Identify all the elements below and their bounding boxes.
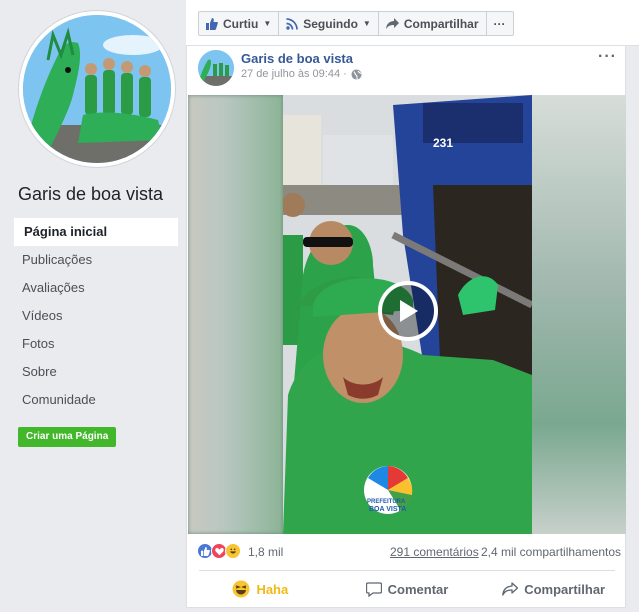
nav-item-community[interactable]: Comunidade <box>14 386 178 414</box>
shares-count[interactable]: 2,4 mil compartilhamentos <box>481 545 621 559</box>
post-card: Garis de boa vista 27 de julho às 09:44 … <box>186 46 626 608</box>
thumbs-up-icon <box>206 17 218 30</box>
comments-count[interactable]: 291 comentários <box>390 545 479 559</box>
play-icon <box>400 300 418 322</box>
video-blur-left <box>188 95 283 534</box>
logo-text-line2: BOA VISTA <box>369 506 406 513</box>
following-button[interactable]: Seguindo ▼ <box>279 12 379 35</box>
create-page-button[interactable]: Criar uma Página <box>18 427 117 447</box>
following-label: Seguindo <box>303 16 358 31</box>
post-action-bar: Haha Comentar Compartilhar <box>187 574 627 604</box>
truck-number: 231 <box>433 136 453 150</box>
post-author-avatar[interactable] <box>198 50 234 86</box>
video-blur-right <box>532 95 626 534</box>
liked-button[interactable]: Curtiu ▼ <box>199 12 280 35</box>
page-action-bar: Curtiu ▼ Seguindo ▼ Compartilhar ··· <box>186 0 639 46</box>
nav-item-home[interactable]: Página inicial <box>14 218 178 246</box>
page-actions-group: Curtiu ▼ Seguindo ▼ Compartilhar ··· <box>198 11 514 36</box>
nav-item-posts[interactable]: Publicações <box>14 246 178 274</box>
video-player[interactable]: 231 PREFEITURA BOA VISTA <box>188 95 626 534</box>
liked-label: Curtiu <box>223 16 259 31</box>
haha-label: Haha <box>256 581 289 597</box>
main-content: Curtiu ▼ Seguindo ▼ Compartilhar ··· Gar… <box>186 0 639 612</box>
post-divider <box>199 570 615 571</box>
comment-button[interactable]: Comentar <box>334 574 481 604</box>
page-profile-picture[interactable] <box>19 11 175 167</box>
reaction-count[interactable]: 1,8 mil <box>248 545 283 559</box>
share-arrow-icon <box>502 581 519 597</box>
comment-label: Comentar <box>387 581 449 597</box>
haha-reaction-icon <box>225 543 241 559</box>
post-meta: 27 de julho às 09:44 · <box>241 68 362 80</box>
chevron-down-icon: ▼ <box>362 19 371 28</box>
haha-emoji-icon <box>232 580 250 598</box>
chevron-down-icon: ▼ <box>263 19 272 28</box>
share-post-label: Compartilhar <box>524 581 606 597</box>
logo-text-line1: PREFEITURA <box>367 499 406 505</box>
post-stats: 1,8 mil 291 comentários 2,4 mil comparti… <box>187 537 627 565</box>
nav-item-about[interactable]: Sobre <box>14 358 178 386</box>
haha-reaction-button[interactable]: Haha <box>187 574 334 604</box>
share-label: Compartilhar <box>403 16 479 31</box>
share-page-button[interactable]: Compartilhar <box>379 12 487 35</box>
post-timestamp[interactable]: 27 de julho às 09:44 · <box>241 68 347 80</box>
play-button[interactable] <box>378 281 438 341</box>
comment-icon <box>365 581 382 597</box>
rss-icon <box>286 17 299 30</box>
post-author-name[interactable]: Garis de boa vista <box>241 51 353 66</box>
nav-item-reviews[interactable]: Avaliações <box>14 274 178 302</box>
page-sidebar: Garis de boa vista Página inicial Public… <box>0 0 186 612</box>
page-title: Garis de boa vista <box>18 184 164 204</box>
share-post-button[interactable]: Compartilhar <box>480 574 627 604</box>
globe-icon <box>351 68 362 80</box>
reaction-icons[interactable] <box>197 543 241 559</box>
post-options-menu[interactable]: ··· <box>598 48 617 66</box>
nav-item-videos[interactable]: Vídeos <box>14 302 178 330</box>
share-arrow-icon <box>385 17 399 30</box>
page-nav: Página inicial Publicações Avaliações Ví… <box>14 218 178 414</box>
more-button[interactable]: ··· <box>487 12 513 35</box>
nav-item-photos[interactable]: Fotos <box>14 330 178 358</box>
